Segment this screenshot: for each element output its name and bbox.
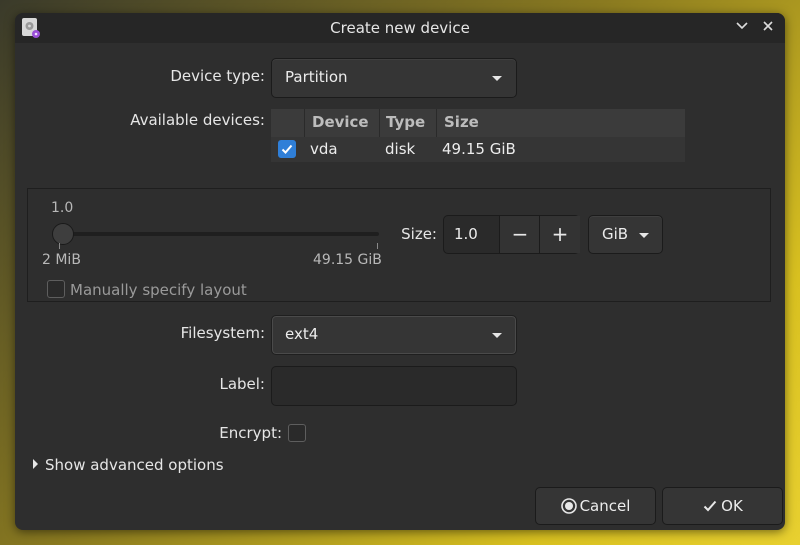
- advanced-options-expander[interactable]: Show advanced options: [33, 456, 224, 474]
- slider-value: 1.0: [51, 200, 74, 216]
- decrease-button[interactable]: −: [499, 216, 540, 253]
- encrypt-label: Encrypt:: [219, 424, 282, 442]
- device-size: 49.15 GiB: [442, 140, 516, 158]
- slider-tick: [59, 243, 60, 249]
- ok-button[interactable]: OK: [662, 487, 783, 525]
- increase-button[interactable]: +: [539, 216, 580, 253]
- cancel-label: Cancel: [579, 497, 631, 515]
- device-type-combo[interactable]: Partition: [271, 58, 517, 98]
- column-device[interactable]: Device: [312, 113, 369, 131]
- cancel-icon: [560, 498, 577, 514]
- titlebar: Create new device: [15, 13, 785, 43]
- window-title: Create new device: [330, 19, 470, 37]
- slider-tick: [377, 243, 378, 249]
- encrypt-checkbox[interactable]: [288, 424, 306, 442]
- size-slider-handle[interactable]: [52, 223, 74, 245]
- slider-max-label: 49.15 GiB: [313, 252, 382, 268]
- size-value[interactable]: 1.0: [454, 225, 478, 243]
- column-divider: [304, 109, 305, 137]
- device-checkbox[interactable]: [278, 140, 296, 158]
- table-row[interactable]: vda disk 49.15 GiB: [271, 137, 685, 162]
- label-field-label: Label:: [219, 375, 265, 393]
- close-icon[interactable]: [757, 17, 779, 39]
- filesystem-value: ext4: [285, 325, 319, 343]
- slider-min-label: 2 MiB: [42, 252, 81, 268]
- devices-table: Device Type Size vda disk 49.15 GiB: [271, 109, 685, 165]
- column-divider: [436, 109, 437, 137]
- advanced-options-label: Show advanced options: [45, 456, 224, 474]
- manual-layout-label[interactable]: Manually specify layout: [70, 281, 247, 299]
- size-unit-value: GiB: [602, 225, 629, 243]
- size-slider-track[interactable]: [59, 232, 379, 236]
- checkmark-icon: [703, 500, 717, 512]
- device-type: disk: [385, 140, 416, 158]
- column-type[interactable]: Type: [386, 113, 425, 131]
- device-type-value: Partition: [285, 68, 348, 86]
- column-divider: [379, 109, 380, 137]
- chevron-down-icon[interactable]: [731, 17, 753, 39]
- filesystem-combo[interactable]: ext4: [271, 315, 517, 355]
- device-type-label: Device type:: [170, 67, 265, 85]
- size-spinbutton[interactable]: 1.0 − +: [443, 215, 580, 254]
- expander-arrow-icon: [33, 459, 38, 469]
- manual-layout-checkbox[interactable]: [47, 280, 65, 298]
- cancel-button[interactable]: Cancel: [535, 487, 656, 525]
- available-devices-label: Available devices:: [130, 111, 265, 129]
- dropdown-arrow-icon: [492, 76, 502, 81]
- label-input[interactable]: [271, 366, 517, 406]
- device-name: vda: [310, 140, 338, 158]
- column-size[interactable]: Size: [444, 113, 479, 131]
- ok-label: OK: [721, 497, 743, 515]
- filesystem-label: Filesystem:: [180, 324, 265, 342]
- dropdown-arrow-icon: [639, 233, 649, 238]
- create-device-dialog: Create new device Device type: Partition…: [15, 13, 785, 530]
- size-unit-combo[interactable]: GiB: [588, 215, 663, 254]
- table-header: Device Type Size: [271, 109, 685, 137]
- size-label: Size:: [401, 225, 437, 243]
- dropdown-arrow-icon: [492, 333, 502, 338]
